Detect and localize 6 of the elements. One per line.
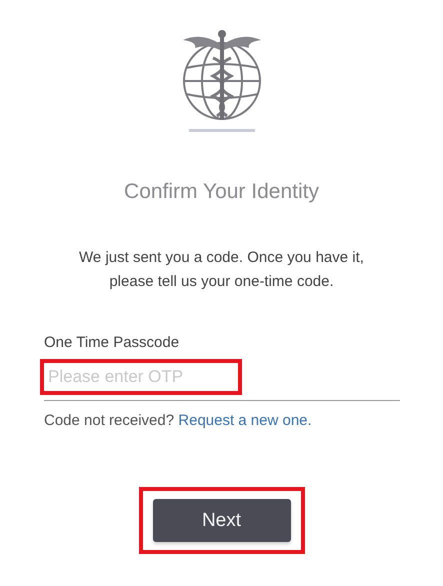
instruction-text: We just sent you a code. Once you have it, please tell us your one-time code. xyxy=(78,248,365,292)
request-code-link[interactable]: Request a new one. xyxy=(178,412,312,429)
page-title: Confirm Your Identity xyxy=(124,180,319,204)
next-button[interactable]: Next xyxy=(152,499,290,542)
field-label: One Time Passcode xyxy=(44,334,180,351)
resend-text: Code not received? Request a new one. xyxy=(44,412,313,429)
